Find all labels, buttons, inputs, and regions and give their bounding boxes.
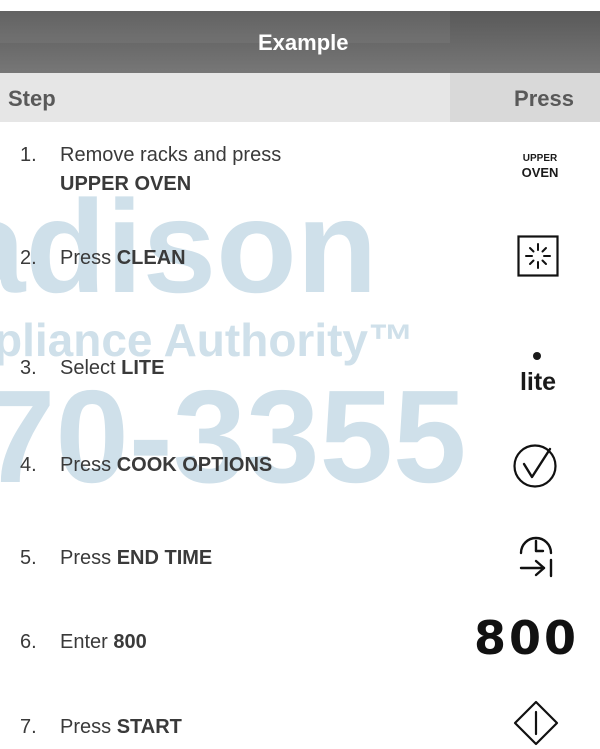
- step-key-name: LITE: [121, 357, 165, 379]
- check-circle-icon: [513, 444, 557, 488]
- step-key-name: COOK OPTIONS: [116, 454, 273, 476]
- step-text: Press: [60, 716, 117, 738]
- header-row: Step Press: [0, 73, 600, 122]
- step-number: 3.: [20, 357, 37, 379]
- step-text: Enter: [60, 631, 114, 653]
- instruction-table: Example Step Press 1. Remove racks and p…: [0, 0, 600, 749]
- step-column-header: Step: [8, 86, 56, 111]
- step-text: Press: [60, 547, 117, 569]
- step-number: 2.: [20, 247, 37, 269]
- step-text: Press: [60, 247, 117, 269]
- table-title: Example: [258, 30, 349, 55]
- press-column-header: Press: [514, 86, 574, 111]
- end-time-clock-icon: [519, 536, 553, 578]
- start-diamond-icon: [513, 700, 559, 746]
- step-number: 7.: [20, 716, 37, 738]
- digit-keys-800: 800: [474, 611, 580, 665]
- step-text: Select: [60, 357, 122, 379]
- step-number: 5.: [20, 547, 37, 569]
- indicator-dot: [533, 352, 541, 360]
- lite-key: lite: [519, 368, 557, 396]
- step-key-name: END TIME: [116, 547, 213, 569]
- step-key-name: UPPER OVEN: [60, 173, 192, 195]
- step-text: Press: [60, 454, 117, 476]
- step-key-name: CLEAN: [116, 247, 186, 269]
- upper-oven-key: UPPER OVEN: [521, 153, 559, 180]
- clean-sparkle-icon: [517, 235, 559, 277]
- step-number: 6.: [20, 631, 37, 653]
- step-number: 1.: [20, 144, 37, 166]
- step-number: 4.: [20, 454, 37, 476]
- step-text: Remove racks and press: [60, 144, 282, 166]
- step-key-name: START: [116, 716, 182, 738]
- step-key-name: 800: [113, 631, 147, 653]
